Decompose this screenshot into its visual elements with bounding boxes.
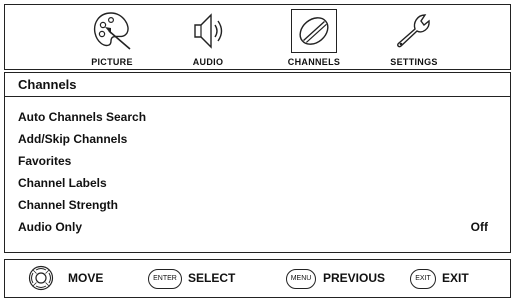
- channels-menu-panel: Channels Auto Channels Search Add/Skip C…: [4, 72, 511, 253]
- tab-label: SETTINGS: [390, 57, 438, 67]
- page-title: Channels: [5, 73, 510, 97]
- menu-item-label: Add/Skip Channels: [18, 132, 128, 146]
- menu-key-icon: MENU: [286, 269, 316, 289]
- menu-key-label: MENU: [286, 269, 316, 289]
- menu-item-label: Channel Strength: [18, 198, 119, 212]
- menu-item-auto-channels-search[interactable]: Auto Channels Search: [5, 106, 510, 128]
- hint-label: SELECT: [188, 271, 236, 285]
- hint-label: PREVIOUS: [323, 271, 386, 285]
- hint-previous: MENU PREVIOUS: [286, 260, 406, 297]
- tab-channels[interactable]: CHANNELS: [279, 5, 349, 69]
- menu-item-add-skip-channels[interactable]: Add/Skip Channels: [5, 128, 510, 150]
- navigation-pad-icon: [28, 265, 54, 291]
- satellite-dish-icon: [291, 9, 337, 53]
- hint-label: MOVE: [68, 271, 104, 285]
- enter-key-label: ENTER: [148, 269, 182, 289]
- menu-item-label: Auto Channels Search: [18, 110, 147, 124]
- menu-item-channel-labels[interactable]: Channel Labels: [5, 172, 510, 194]
- hint-select: ENTER SELECT: [148, 260, 258, 297]
- menu-item-label: Audio Only: [18, 220, 82, 234]
- exit-key-icon: EXIT: [410, 269, 436, 289]
- palette-icon: [93, 12, 131, 50]
- hint-label: EXIT: [442, 271, 469, 285]
- wrench-icon: [397, 14, 430, 48]
- tab-label: CHANNELS: [287, 57, 341, 67]
- menu-item-channel-strength[interactable]: Channel Strength: [5, 194, 510, 216]
- menu-item-value: Off: [470, 220, 488, 234]
- menu-item-favorites[interactable]: Favorites: [5, 150, 510, 172]
- hint-exit: EXIT EXIT: [410, 260, 500, 297]
- tab-audio[interactable]: AUDIO: [173, 5, 243, 69]
- menu-item-label: Favorites: [18, 154, 72, 168]
- exit-key-label: EXIT: [410, 269, 436, 289]
- menu-item-audio-only[interactable]: Audio Only Off: [5, 216, 510, 238]
- tab-label: PICTURE: [91, 57, 133, 67]
- key-hint-bar: MOVE ENTER SELECT MENU PREVIOUS EXIT EXI…: [4, 259, 511, 298]
- tab-picture[interactable]: PICTURE: [77, 5, 147, 69]
- enter-key-icon: ENTER: [148, 269, 182, 289]
- menu-tab-bar: PICTURE AUDIO CHANNELS SETTINGS: [4, 4, 511, 70]
- speaker-icon: [194, 13, 223, 49]
- tab-settings[interactable]: SETTINGS: [379, 5, 449, 69]
- hint-move: MOVE: [28, 260, 138, 297]
- menu-item-label: Channel Labels: [18, 176, 107, 190]
- tab-label: AUDIO: [192, 57, 224, 67]
